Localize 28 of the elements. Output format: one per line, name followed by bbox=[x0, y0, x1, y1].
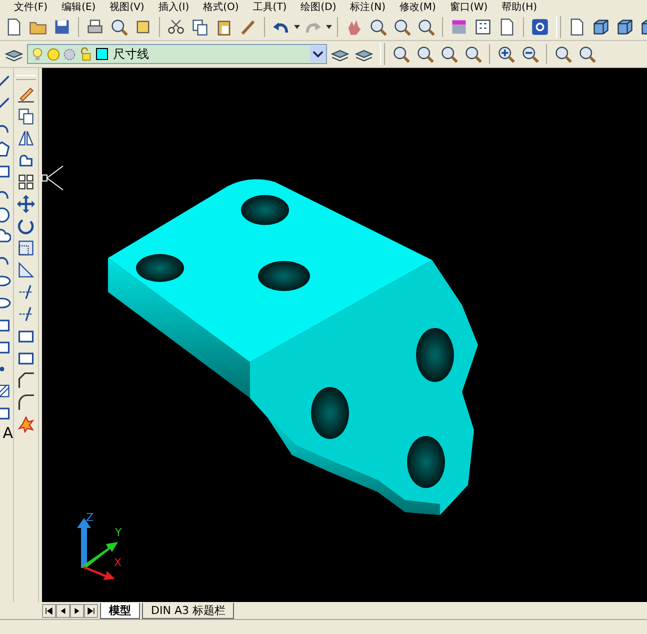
padlock-icon bbox=[78, 46, 93, 62]
move-arrows-icon[interactable] bbox=[15, 193, 37, 215]
layer-name: 尺寸线 bbox=[113, 46, 150, 62]
x-axis-label: X bbox=[114, 556, 122, 569]
menu-item[interactable]: 窗口(W) bbox=[450, 0, 488, 14]
layer-dropdown[interactable]: 尺寸线 bbox=[27, 44, 327, 64]
menu-item[interactable]: 格式(O) bbox=[203, 0, 239, 14]
menu-item[interactable]: 帮助(H) bbox=[502, 0, 537, 14]
menu-item[interactable]: 标注(N) bbox=[350, 0, 386, 14]
caret-icon[interactable] bbox=[326, 25, 332, 29]
text-tool-glyph[interactable]: A bbox=[2, 424, 13, 442]
drawing-canvas[interactable]: Z Y X bbox=[42, 68, 647, 602]
layout-tab[interactable]: 模型 bbox=[100, 602, 140, 618]
menu-item[interactable]: 修改(M) bbox=[400, 0, 436, 14]
menu-item[interactable]: 文件(F) bbox=[14, 0, 48, 14]
x-axis-arrow bbox=[83, 566, 115, 580]
lightbulb-icon bbox=[30, 46, 45, 62]
cursor-icon bbox=[42, 166, 64, 190]
sun-icon bbox=[46, 46, 61, 62]
menu-item[interactable]: 插入(I) bbox=[158, 0, 190, 14]
z-axis-label: Z bbox=[86, 511, 94, 524]
menu-item[interactable]: 视图(V) bbox=[110, 0, 144, 14]
y-axis-label: Y bbox=[115, 526, 122, 539]
caret-icon[interactable] bbox=[294, 25, 300, 29]
menu-item[interactable]: 绘图(D) bbox=[300, 0, 336, 14]
menu-item[interactable]: 工具(T) bbox=[252, 0, 287, 14]
layout-tab[interactable]: DIN A3 标题栏 bbox=[142, 602, 234, 618]
menu-item[interactable]: 编辑(E) bbox=[62, 0, 96, 14]
